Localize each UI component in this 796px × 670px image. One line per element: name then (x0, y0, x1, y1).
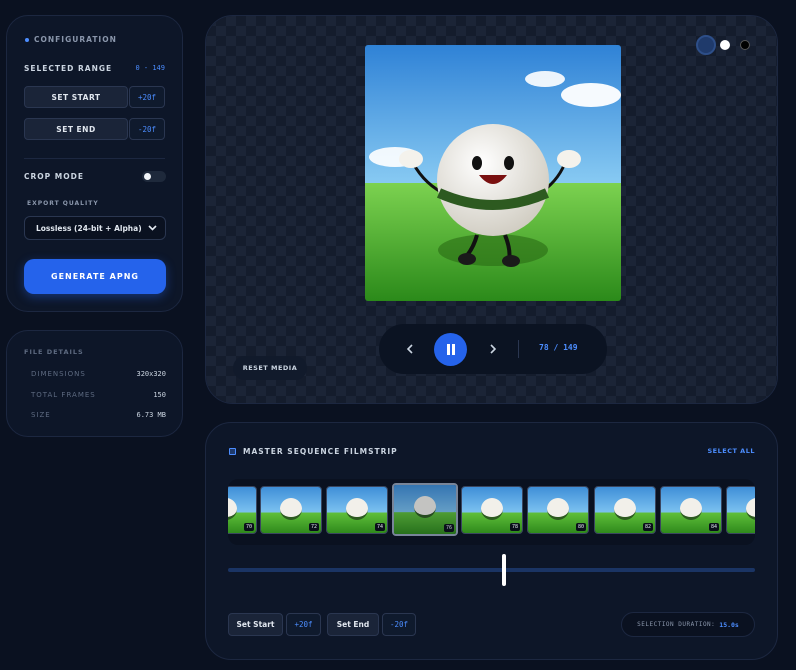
frame-thumbnail[interactable]: 82 (594, 486, 656, 534)
filmstrip-track: 70 72 74 76 78 80 82 84 (228, 479, 755, 545)
timeline-scrubber[interactable] (228, 554, 755, 586)
filmstrip-icon (229, 448, 236, 455)
filmstrip-title: MASTER SEQUENCE FILMSTRIP (243, 447, 398, 456)
filmstrip-set-end-button[interactable]: Set End (327, 613, 379, 636)
selection-duration-label: SELECTION DURATION: (637, 621, 716, 628)
bg-option-black[interactable] (740, 40, 750, 50)
crop-mode-label: CROP MODE (24, 172, 84, 181)
playhead-handle[interactable] (502, 554, 506, 586)
configuration-title: CONFIGURATION (34, 35, 117, 44)
playback-controls: 78 / 149 (379, 324, 607, 374)
preview-panel: RESET MEDIA 78 / 149 (205, 15, 778, 404)
selected-range-label: SELECTED RANGE (24, 64, 113, 73)
divider (24, 158, 165, 159)
frame-thumbnail[interactable]: 84 (660, 486, 722, 534)
configuration-panel: CONFIGURATION SELECTED RANGE 0 - 149 SET… (6, 15, 183, 312)
export-quality-select[interactable]: Lossless (24-bit + Alpha) (24, 216, 166, 240)
reset-media-label: RESET MEDIA (242, 364, 298, 372)
export-quality-label: EXPORT QUALITY (27, 200, 99, 207)
export-quality-value: Lossless (24-bit + Alpha) (36, 223, 142, 233)
selected-range-value: 0 - 149 (135, 64, 165, 72)
set-end-step-button[interactable]: -20f (129, 118, 165, 140)
generate-apng-button[interactable]: GENERATE APNG (24, 259, 166, 294)
set-start-button[interactable]: SET START (24, 86, 128, 108)
crop-mode-toggle[interactable] (142, 171, 166, 182)
pause-icon (446, 344, 455, 355)
file-detail-row: SIZE 6.73 MB (31, 411, 166, 419)
chevron-right-icon[interactable] (489, 344, 497, 354)
generate-apng-label: GENERATE APNG (51, 272, 139, 281)
set-start-step-button[interactable]: +20f (129, 86, 165, 108)
selection-duration-value: 15.0s (719, 620, 739, 629)
filmstrip-set-end-step-button[interactable]: -20f (382, 613, 416, 636)
selection-duration-badge: SELECTION DURATION: 15.0s (621, 612, 755, 637)
frame-thumbnail[interactable]: 72 (260, 486, 322, 534)
frame-thumbnail[interactable]: 80 (527, 486, 589, 534)
file-detail-row: DIMENSIONS 320x320 (31, 370, 166, 378)
select-all-link[interactable]: SELECT ALL (708, 447, 756, 455)
frame-thumbnail[interactable]: 70 (228, 486, 257, 534)
frame-thumbnail[interactable]: 78 (461, 486, 523, 534)
frame-thumbnail[interactable] (726, 486, 755, 534)
reset-media-button[interactable]: RESET MEDIA (233, 356, 307, 380)
set-end-button[interactable]: SET END (24, 118, 128, 140)
frame-counter: 78 / 149 (539, 343, 578, 352)
file-detail-row: TOTAL FRAMES 150 (31, 391, 166, 399)
bg-option-dark-blue[interactable] (696, 35, 716, 55)
chevron-down-icon (148, 225, 157, 231)
filmstrip-set-start-button[interactable]: Set Start (228, 613, 283, 636)
toggle-knob (144, 173, 151, 180)
file-details-title: FILE DETAILS (24, 348, 84, 356)
controls-divider (518, 340, 519, 358)
file-details-panel: FILE DETAILS DIMENSIONS 320x320 TOTAL FRA… (6, 330, 183, 437)
bg-option-white[interactable] (720, 40, 730, 50)
frame-thumbnail-active[interactable]: 76 (392, 483, 458, 536)
section-dot-icon (25, 38, 29, 42)
pause-button[interactable] (434, 333, 467, 366)
chevron-left-icon[interactable] (406, 344, 414, 354)
frame-thumbnail[interactable]: 74 (326, 486, 388, 534)
filmstrip-set-start-step-button[interactable]: +20f (286, 613, 321, 636)
preview-frame-image (365, 45, 621, 301)
